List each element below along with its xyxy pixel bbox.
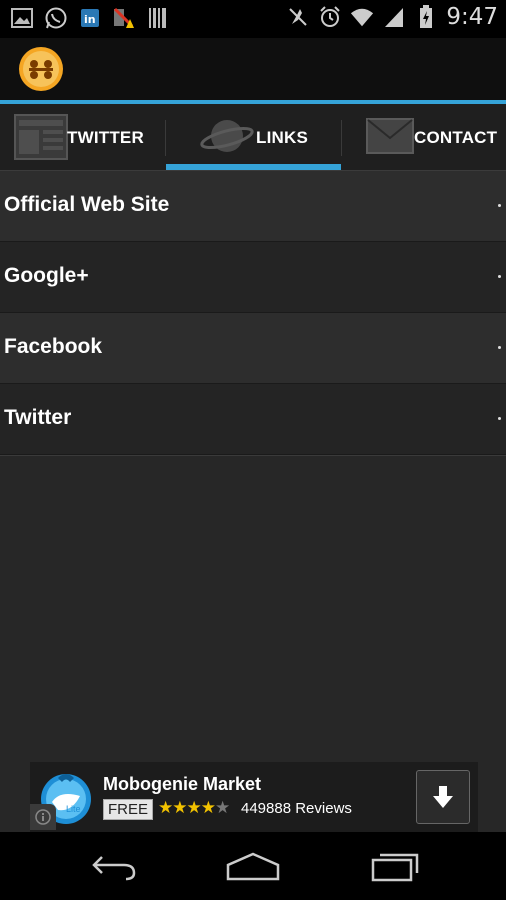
list-item-marker <box>498 204 501 207</box>
ad-title: Mobogenie Market <box>103 774 262 794</box>
envelope-icon <box>366 118 414 159</box>
status-time: 9:47 <box>446 4 498 30</box>
linkedin-icon: in <box>78 6 102 30</box>
download-arrow-icon <box>433 786 453 808</box>
navigation-bar <box>0 832 506 900</box>
list-item-label: Official Web Site <box>4 193 170 216</box>
signal-icon <box>382 5 406 29</box>
star-icon: ★ <box>214 798 230 817</box>
barcode-icon <box>146 6 170 30</box>
svg-text:in: in <box>84 13 96 26</box>
ad-banner[interactable]: Lite Mobogenie Market FREE ★★★★★ 449888 … <box>30 762 478 832</box>
ad-info-icon[interactable] <box>30 804 56 830</box>
tab-links[interactable]: LINKS <box>166 104 341 170</box>
tab-bar: TWITTER LINKS CONTACT <box>0 104 506 170</box>
wifi-icon <box>350 5 374 29</box>
ad-free-badge: FREE <box>103 799 154 820</box>
list-item[interactable]: Official Web Site <box>0 171 506 242</box>
app-logo-icon[interactable] <box>18 46 64 92</box>
newspaper-icon <box>14 114 68 165</box>
star-icon: ★★★★ <box>158 798 216 817</box>
whatsapp-icon <box>44 6 68 30</box>
ad-rating-stars: ★★★★★ <box>158 798 230 818</box>
list-item-label: Twitter <box>4 406 72 429</box>
list-item-marker <box>498 346 501 349</box>
list-item-marker <box>498 275 501 278</box>
home-icon[interactable] <box>223 848 283 884</box>
tab-contact[interactable]: CONTACT <box>342 104 506 170</box>
back-icon[interactable] <box>83 848 143 884</box>
recents-icon[interactable] <box>365 848 425 884</box>
list-divider <box>0 455 506 456</box>
tab-label: TWITTER <box>67 128 144 147</box>
tab-label: CONTACT <box>414 128 498 147</box>
planet-icon <box>200 114 254 165</box>
list-item-label: Google+ <box>4 264 89 287</box>
svg-text:Lite: Lite <box>66 804 81 814</box>
list-item[interactable]: Twitter <box>0 384 506 455</box>
list-item[interactable]: Facebook <box>0 313 506 384</box>
ad-download-button[interactable] <box>416 770 470 824</box>
action-bar <box>0 38 506 100</box>
links-list: Official Web Site Google+ Facebook Twitt… <box>0 171 506 456</box>
alarm-icon <box>318 5 342 29</box>
ad-reviews-count: 449888 Reviews <box>241 800 352 817</box>
list-item[interactable]: Google+ <box>0 242 506 313</box>
list-item-marker <box>498 417 501 420</box>
image-icon <box>10 6 34 30</box>
app-warning-icon <box>112 6 136 30</box>
tab-label: LINKS <box>256 128 308 147</box>
status-bar: in 9:47 <box>0 0 506 38</box>
battery-icon <box>414 5 438 29</box>
mute-icon <box>286 5 310 29</box>
list-item-label: Facebook <box>4 335 103 358</box>
tab-twitter[interactable]: TWITTER <box>0 104 165 170</box>
